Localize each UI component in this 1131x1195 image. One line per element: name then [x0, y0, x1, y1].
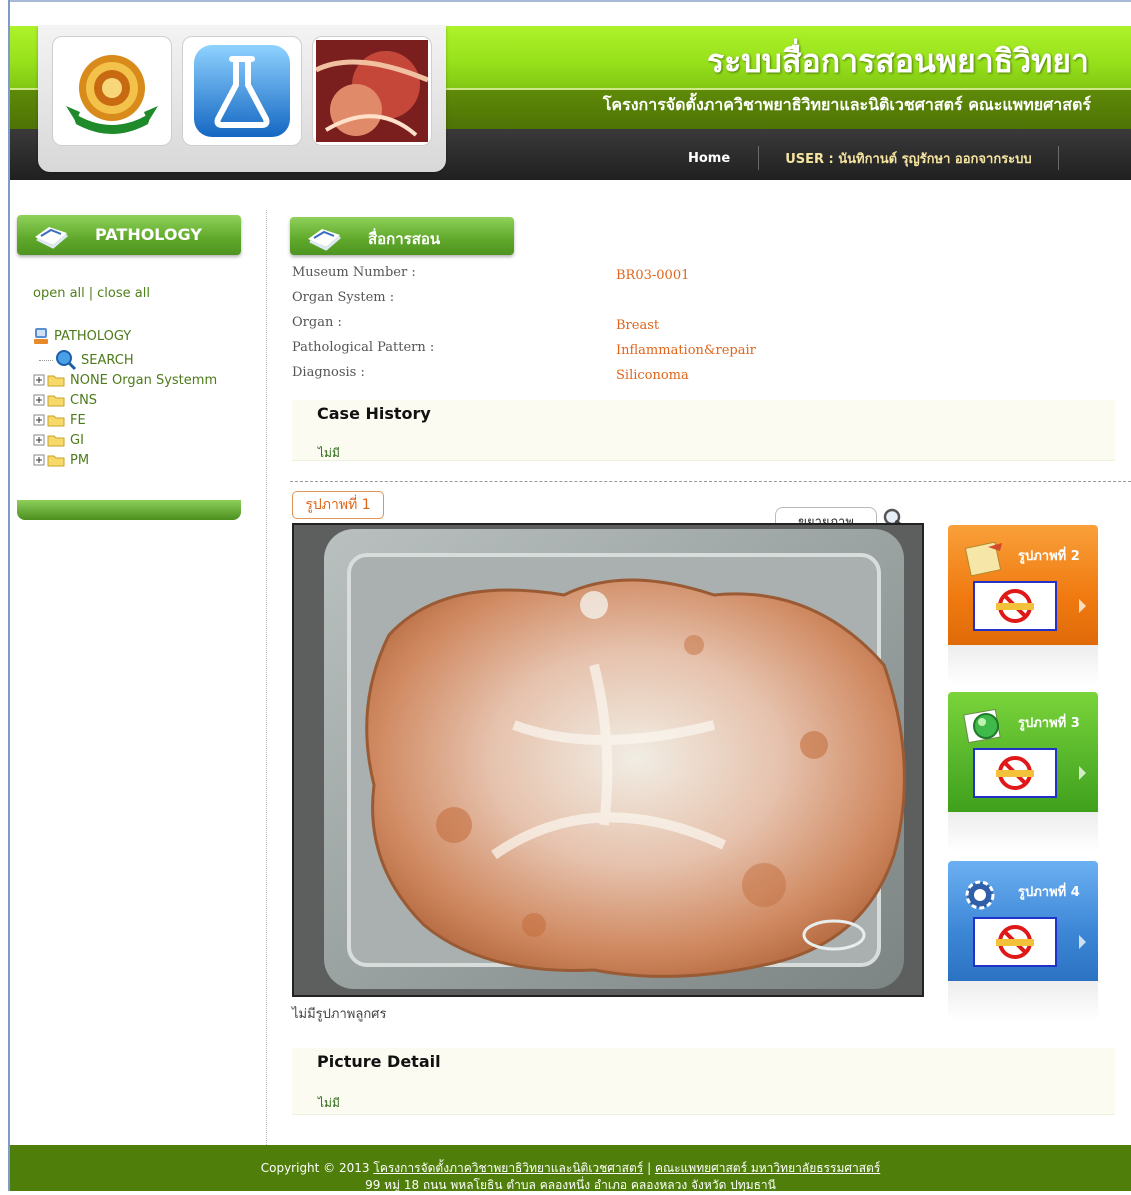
museum-number-value: BR03-0001: [616, 268, 690, 283]
globe-icon: [963, 708, 1001, 744]
next-arrow-icon: [1079, 935, 1086, 949]
sidebar-header: PATHOLOGY: [17, 215, 241, 255]
folder-icon: [47, 415, 65, 427]
copyright-text: Copyright © 2013: [260, 1161, 370, 1175]
nav-home-link[interactable]: Home: [660, 151, 758, 166]
tree-item-label: GI: [70, 432, 84, 448]
pathological-pattern-value: Inflammation&repair: [616, 343, 756, 358]
tree-item-label: FE: [70, 412, 86, 428]
tree-controls: open all | close all: [33, 286, 150, 301]
nav-divider: [1057, 146, 1059, 170]
gear-icon: [965, 880, 995, 910]
thumb-label: รูปภาพที่ 4: [1018, 885, 1080, 900]
thumb-label: รูปภาพที่ 3: [1018, 716, 1080, 731]
thumb-label: รูปภาพที่ 2: [1018, 549, 1080, 564]
expand-plus-icon[interactable]: [33, 454, 45, 466]
window-top-border: [8, 0, 1131, 2]
folder-icon: [47, 395, 65, 407]
diagnosis-label: Diagnosis :: [292, 365, 365, 380]
section-divider: [290, 481, 1131, 482]
pathological-pattern-label: Pathological Pattern :: [292, 340, 435, 355]
footer-link-faculty[interactable]: คณะแพทยศาสตร์ มหาวิทยาลัยธรรมศาสตร์: [655, 1161, 880, 1175]
expand-plus-icon[interactable]: [33, 374, 45, 386]
logo-panel: [38, 26, 446, 172]
tree-connector: [39, 359, 53, 361]
expand-plus-icon[interactable]: [33, 414, 45, 426]
footer-address: 99 หมู่ 18 ถนน พหลโยธิน ตำบล คลองหนึ่ง อ…: [365, 1178, 776, 1192]
tree-controls-separator: |: [88, 286, 94, 301]
pathology-art-logo: [312, 36, 432, 146]
picture-detail-title: Picture Detail: [317, 1052, 441, 1071]
open-all-link[interactable]: open all: [33, 286, 85, 301]
organ-system-label: Organ System :: [292, 290, 395, 305]
close-all-link[interactable]: close all: [97, 286, 150, 301]
university-seal-logo: [52, 36, 172, 146]
column-divider: [266, 210, 267, 1145]
expand-plus-icon[interactable]: [33, 394, 45, 406]
diagnosis-value: Siliconoma: [616, 368, 689, 383]
case-history-title: Case History: [317, 404, 431, 423]
tree-item-fe[interactable]: FE: [33, 410, 217, 430]
no-picture-icon: [973, 581, 1057, 631]
organ-value: Breast: [616, 318, 660, 333]
next-arrow-icon: [1079, 766, 1086, 780]
tree-item-pm[interactable]: PM: [33, 450, 217, 470]
footer-link-department[interactable]: โครงการจัดตั้งภาควิชาพยาธิวิทยาและนิติเว…: [373, 1161, 643, 1175]
no-picture-icon: [973, 748, 1057, 798]
thumb-image-2[interactable]: รูปภาพที่ 2: [948, 525, 1098, 645]
window-left-border: [8, 0, 10, 1191]
nav-user-logout[interactable]: USER : นันทิกานต์ รุญรักษา ออกจากระบบ: [759, 148, 1057, 169]
case-history-body: ไม่มี: [318, 446, 340, 460]
no-picture-icon: [973, 917, 1057, 967]
site-subtitle: โครงการจัดตั้งภาควิชาพยาธิวิทยาและนิติเว…: [602, 95, 1091, 114]
notepad-icon: [964, 541, 1002, 577]
tree-item-cns[interactable]: CNS: [33, 390, 217, 410]
sidebar-title: PATHOLOGY: [95, 225, 202, 244]
tree-item-label: SEARCH: [81, 352, 134, 368]
tree-root-label: PATHOLOGY: [54, 328, 132, 344]
tree-item-label: PM: [70, 452, 90, 468]
tree-item-label: NONE Organ Systemm: [70, 372, 218, 388]
arrow-caption: ไม่มีรูปภาพลูกศร: [292, 1007, 387, 1022]
thumb-image-3[interactable]: รูปภาพที่ 3: [948, 692, 1098, 812]
main-title: สื่อการสอน: [368, 230, 441, 248]
folder-icon: [47, 435, 65, 447]
organ-label: Organ :: [292, 315, 342, 330]
tree-item-gi[interactable]: GI: [33, 430, 217, 450]
flask-logo: [182, 36, 302, 146]
next-arrow-icon: [1079, 599, 1086, 613]
picture-detail-body: ไม่มี: [318, 1096, 340, 1110]
image-tab-1[interactable]: รูปภาพที่ 1: [292, 491, 384, 519]
museum-number-label: Museum Number :: [292, 265, 416, 280]
thumb-reflection: [948, 981, 1098, 1021]
footer: Copyright © 2013 โครงการจัดตั้งภาควิชาพย…: [10, 1145, 1131, 1192]
tree-item-label: CNS: [70, 392, 98, 408]
page: ระบบสื่อการสอนพยาธิวิทยา โครงการจัดตั้งภ…: [0, 0, 1131, 1192]
tree-item-search[interactable]: SEARCH: [39, 350, 217, 371]
book-icon: [308, 229, 341, 251]
picture-detail-section: Picture Detail ไม่มี: [292, 1048, 1115, 1115]
tree-root[interactable]: PATHOLOGY: [33, 326, 217, 346]
tree-item-none-organ[interactable]: NONE Organ Systemm: [33, 370, 217, 390]
thumb-reflection: [948, 645, 1098, 685]
category-tree: PATHOLOGY SEARCH NONE Organ Systemm CNS …: [33, 326, 217, 470]
folder-icon: [47, 455, 65, 467]
main-header: สื่อการสอน: [290, 217, 514, 255]
thumb-image-4[interactable]: รูปภาพที่ 4: [948, 861, 1098, 981]
expand-plus-icon[interactable]: [33, 434, 45, 446]
computer-icon: [34, 328, 48, 344]
case-history-section: Case History ไม่มี: [292, 400, 1115, 461]
specimen-image[interactable]: [292, 523, 924, 997]
footer-separator: |: [647, 1161, 652, 1175]
book-icon: [35, 227, 68, 249]
folder-icon: [47, 375, 65, 387]
sidebar-footer: [17, 500, 241, 520]
site-title: ระบบสื่อการสอนพยาธิวิทยา: [706, 42, 1089, 80]
search-icon: [56, 350, 77, 371]
thumb-reflection: [948, 812, 1098, 852]
main-nav: Home USER : นันทิกานต์ รุญรักษา ออกจากระ…: [660, 143, 1059, 173]
